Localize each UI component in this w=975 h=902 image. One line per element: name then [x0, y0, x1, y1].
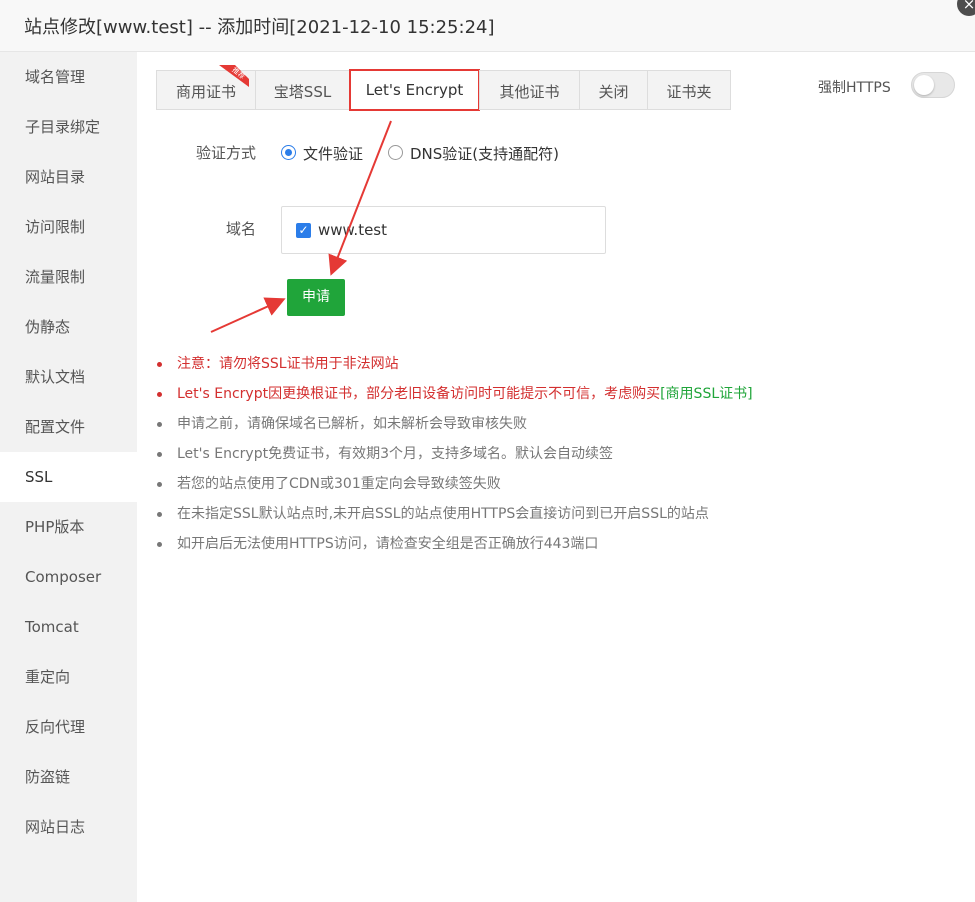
tab-cert-folder[interactable]: 证书夹 [647, 70, 731, 110]
notes-list: 注意：请勿将SSL证书用于非法网站 Let's Encrypt因更换根证书，部分… [156, 353, 956, 563]
note-text: 如开启后无法使用HTTPS访问，请检查安全组是否正确放行443端口 [177, 536, 599, 552]
note-text: 在未指定SSL默认站点时,未开启SSL的站点使用HTTPS会直接访问到已开启SS… [177, 506, 709, 522]
tab-bt-ssl[interactable]: 宝塔SSL [255, 70, 350, 110]
domain-label: 域名 [225, 220, 256, 238]
note-item: 申请之前，请确保域名已解析，如未解析会导致审核失败 [156, 413, 956, 443]
arrow-to-apply [210, 297, 286, 333]
sidebar-item-access-limit[interactable]: 访问限制 [0, 202, 137, 252]
sidebar-item-site-dir[interactable]: 网站目录 [0, 152, 137, 202]
note-text: 若您的站点使用了CDN或301重定向会导致续签失败 [177, 476, 501, 492]
verify-method-label: 验证方式 [195, 144, 256, 162]
sidebar-item-reverse-proxy[interactable]: 反向代理 [0, 702, 137, 752]
note-item: 在未指定SSL默认站点时,未开启SSL的站点使用HTTPS会直接访问到已开启SS… [156, 503, 956, 533]
sidebar-item-config[interactable]: 配置文件 [0, 402, 137, 452]
apply-button[interactable]: 申请 [287, 279, 345, 316]
force-https-label: 强制HTTPS [818, 80, 891, 96]
radio-file-verify[interactable] [281, 145, 296, 160]
sidebar-item-composer[interactable]: Composer [0, 552, 137, 602]
tab-close[interactable]: 关闭 [579, 70, 648, 110]
note-item: Let's Encrypt免费证书，有效期3个月，支持多域名。默认会自动续签 [156, 443, 956, 473]
dialog-title: 站点修改[www.test] -- 添加时间[2021-12-10 15:25:… [24, 17, 495, 38]
note-text: Let's Encrypt免费证书，有效期3个月，支持多域名。默认会自动续签 [177, 446, 613, 462]
sidebar-item-logs[interactable]: 网站日志 [0, 802, 137, 852]
domain-name: www.test [318, 221, 388, 239]
sidebar-item-default-doc[interactable]: 默认文档 [0, 352, 137, 402]
sidebar-item-rewrite[interactable]: 伪静态 [0, 302, 137, 352]
note-item: 如开启后无法使用HTTPS访问，请检查安全组是否正确放行443端口 [156, 533, 956, 563]
sidebar-item-traffic-limit[interactable]: 流量限制 [0, 252, 137, 302]
sidebar-item-subdir[interactable]: 子目录绑定 [0, 102, 137, 152]
note-text: 申请之前，请确保域名已解析，如未解析会导致审核失败 [177, 416, 527, 432]
sidebar-item-redirect[interactable]: 重定向 [0, 652, 137, 702]
tab-other-cert[interactable]: 其他证书 [479, 70, 580, 110]
sidebar-item-php[interactable]: PHP版本 [0, 502, 137, 552]
radio-dns-verify[interactable] [388, 145, 403, 160]
force-https-toggle[interactable] [911, 72, 955, 98]
tab-commercial-cert[interactable]: 商用证书 推荐 [156, 65, 256, 110]
sidebar-item-ssl[interactable]: SSL [0, 452, 137, 502]
toggle-knob [914, 75, 934, 95]
tab-lets-encrypt[interactable]: Let's Encrypt [349, 69, 480, 111]
domain-checkbox[interactable]: ✓ [296, 223, 311, 238]
note-item: 注意：请勿将SSL证书用于非法网站 [156, 353, 956, 383]
note-item: Let's Encrypt因更换根证书，部分老旧设备访问时可能提示不可信，考虑购… [156, 383, 956, 413]
dialog-titlebar: 站点修改[www.test] -- 添加时间[2021-12-10 15:25:… [0, 0, 975, 52]
radio-file-verify-label[interactable]: 文件验证 [303, 143, 363, 164]
radio-dns-verify-label[interactable]: DNS验证(支持通配符) [410, 143, 559, 164]
sidebar-item-hotlink[interactable]: 防盗链 [0, 752, 137, 802]
recommend-ribbon-icon: 推荐 [219, 65, 249, 87]
sidebar-item-domain[interactable]: 域名管理 [0, 52, 137, 102]
note-text: Let's Encrypt因更换根证书，部分老旧设备访问时可能提示不可信，考虑购… [177, 386, 661, 402]
buy-commercial-ssl-link[interactable]: [商用SSL证书] [660, 386, 753, 402]
note-text: 注意：请勿将SSL证书用于非法网站 [177, 356, 399, 372]
domain-list: ✓ www.test [281, 206, 606, 254]
note-item: 若您的站点使用了CDN或301重定向会导致续签失败 [156, 473, 956, 503]
sidebar-item-tomcat[interactable]: Tomcat [0, 602, 137, 652]
sidebar: 域名管理 子目录绑定 网站目录 访问限制 流量限制 伪静态 默认文档 配置文件 … [0, 52, 137, 902]
